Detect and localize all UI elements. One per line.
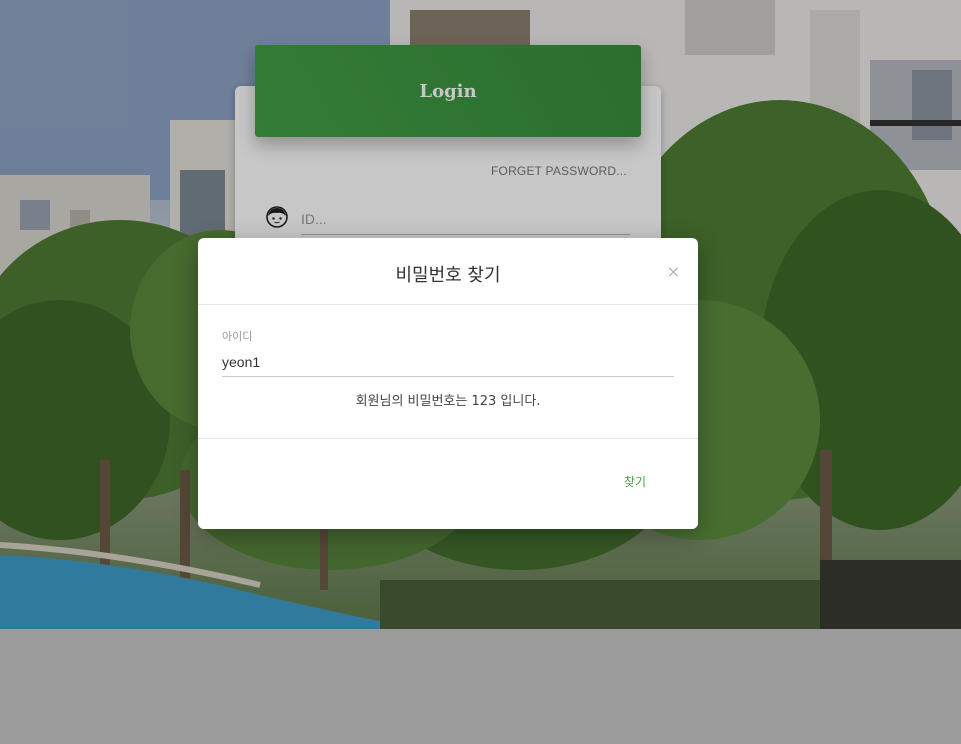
id-field-input[interactable]: [222, 348, 674, 377]
close-icon[interactable]: ×: [667, 264, 680, 280]
modal-header: 비밀번호 찾기 ×: [198, 238, 698, 305]
find-password-modal: 비밀번호 찾기 × 아이디 회원님의 비밀번호는 123 입니다. 찾기: [198, 238, 698, 529]
modal-title: 비밀번호 찾기: [395, 265, 501, 286]
find-button[interactable]: 찾기: [616, 469, 654, 494]
id-field-label: 아이디: [222, 330, 253, 343]
page: Login FORGET PASSWORD... 비밀번호 찾기 × 아이디 회…: [0, 0, 961, 744]
password-result-message: 회원님의 비밀번호는 123 입니다.: [355, 394, 541, 409]
modal-footer: 찾기: [198, 438, 698, 530]
